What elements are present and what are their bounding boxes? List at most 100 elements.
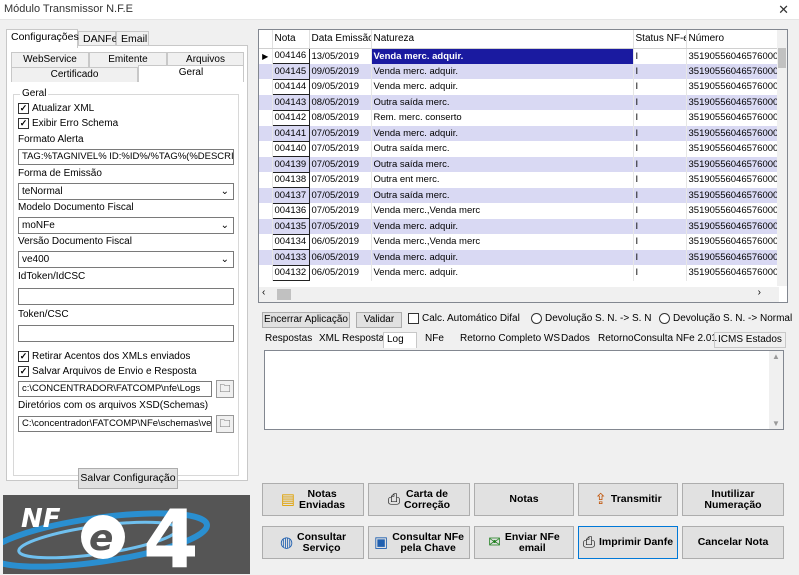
chevron-up-icon[interactable]: ▲ bbox=[772, 352, 780, 361]
inutilizar-numeracao-button[interactable]: Inutilizar Numeração bbox=[682, 483, 784, 516]
consultar-nfe-chave-button[interactable]: ▣ Consultar NFe pela Chave bbox=[368, 526, 470, 559]
cell-data[interactable]: 06/05/2019 bbox=[309, 234, 372, 250]
row-indicator[interactable] bbox=[259, 141, 273, 157]
cell-numero[interactable]: 35190556046576000 bbox=[686, 94, 779, 110]
cell-natureza[interactable]: Venda merc.,Venda merc bbox=[371, 203, 634, 219]
cell-status[interactable]: I bbox=[633, 48, 687, 64]
cell-nota[interactable]: 004143 bbox=[271, 94, 310, 111]
cell-nota[interactable]: 004132 bbox=[271, 264, 310, 281]
folder-browse-icon[interactable]: 🗀 bbox=[216, 415, 234, 433]
modelo-select[interactable]: moNFe ⌄ bbox=[18, 217, 234, 234]
cell-status[interactable]: I bbox=[633, 63, 687, 79]
cell-status[interactable]: I bbox=[633, 203, 687, 219]
tab-dados[interactable]: Dados bbox=[558, 332, 593, 348]
row-indicator[interactable] bbox=[259, 156, 273, 172]
notas-enviadas-button[interactable]: ▤ Notas Enviadas bbox=[262, 483, 364, 516]
cell-natureza[interactable]: Outra saída merc. bbox=[371, 94, 634, 110]
log-textarea[interactable]: ▲ ▼ bbox=[264, 350, 784, 430]
cell-numero[interactable]: 35190556046576000 bbox=[686, 234, 779, 250]
row-indicator[interactable] bbox=[259, 63, 273, 79]
cell-numero[interactable]: 35190556046576000 bbox=[686, 203, 779, 219]
notas-grid[interactable]: Nota Data Emissão Natureza Status NF-e N… bbox=[258, 29, 788, 303]
row-indicator[interactable] bbox=[259, 94, 273, 110]
table-row[interactable]: 004142 08/05/2019 Rem. merc. conserto I 3519… bbox=[259, 109, 779, 126]
cell-data[interactable]: 08/05/2019 bbox=[309, 94, 372, 110]
carta-correcao-button[interactable]: ⎙ Carta de Correção bbox=[368, 483, 470, 516]
row-indicator[interactable] bbox=[259, 249, 273, 265]
cell-natureza[interactable]: Outra saída merc. bbox=[371, 156, 634, 172]
table-row[interactable]: 004136 07/05/2019 Venda merc.,Venda merc I 3… bbox=[259, 202, 779, 219]
cell-natureza[interactable]: Venda merc. adquir. bbox=[371, 63, 634, 79]
cell-data[interactable]: 08/05/2019 bbox=[309, 110, 372, 126]
row-indicator[interactable] bbox=[259, 172, 273, 188]
row-indicator[interactable] bbox=[259, 79, 273, 95]
table-row[interactable]: 004132 06/05/2019 Venda merc. adquir. I 3519… bbox=[259, 264, 779, 281]
cell-numero[interactable]: 35190556046576000 bbox=[686, 218, 779, 234]
cell-natureza[interactable]: Rem. merc. conserto bbox=[371, 110, 634, 126]
transmitir-button[interactable]: ⇪ Transmitir bbox=[578, 483, 678, 516]
validar-button[interactable]: Validar bbox=[356, 312, 402, 328]
chevron-right-icon[interactable]: › bbox=[758, 287, 761, 298]
forma-emissao-select[interactable]: teNormal ⌄ bbox=[18, 183, 234, 200]
formato-alerta-field[interactable]: TAG:%TAGNIVEL% ID:%ID%/%TAG%(%DESCRI bbox=[18, 149, 234, 165]
table-row[interactable]: 004141 07/05/2019 Venda merc. adquir. I 3519… bbox=[259, 125, 779, 142]
tab-geral[interactable]: Geral bbox=[138, 65, 244, 82]
cell-status[interactable]: I bbox=[633, 141, 687, 157]
cell-data[interactable]: 07/05/2019 bbox=[309, 156, 372, 172]
salvar-configuracao-button[interactable]: Salvar Configuração bbox=[78, 468, 178, 489]
cell-status[interactable]: I bbox=[633, 249, 687, 265]
cell-natureza[interactable]: Venda merc.,Venda merc bbox=[371, 234, 634, 250]
cell-numero[interactable]: 35190556046576000 bbox=[686, 249, 779, 265]
calc-difal-checkbox[interactable]: Calc. Automático Difal bbox=[408, 313, 520, 324]
cell-nota[interactable]: 004142 bbox=[271, 109, 310, 126]
tab-icms-estados[interactable]: ICMS Estados bbox=[714, 332, 786, 348]
cell-numero[interactable]: 35190556046576000 bbox=[686, 172, 779, 188]
cell-data[interactable]: 07/05/2019 bbox=[309, 141, 372, 157]
tab-configuracoes[interactable]: Configurações bbox=[6, 29, 79, 48]
devolucao-sn-radio[interactable]: Devolução S. N. -> S. N bbox=[531, 313, 651, 324]
idtoken-field[interactable] bbox=[18, 288, 234, 305]
tab-webservice[interactable]: WebService bbox=[11, 52, 89, 67]
chevron-down-icon[interactable]: ▼ bbox=[772, 419, 780, 428]
cell-numero[interactable]: 35190556046576000 bbox=[686, 48, 779, 64]
table-row[interactable]: 004145 09/05/2019 Venda merc. adquir. I 3519… bbox=[259, 63, 779, 80]
cell-data[interactable]: 06/05/2019 bbox=[309, 249, 372, 265]
cell-numero[interactable]: 35190556046576000 bbox=[686, 63, 779, 79]
cell-numero[interactable]: 35190556046576000 bbox=[686, 125, 779, 141]
row-indicator[interactable] bbox=[259, 203, 273, 219]
table-row[interactable]: 004138 07/05/2019 Outra ent merc. I 35190556… bbox=[259, 171, 779, 188]
cell-numero[interactable]: 35190556046576000 bbox=[686, 187, 779, 203]
cell-status[interactable]: I bbox=[633, 125, 687, 141]
cell-nota[interactable]: 004133 bbox=[271, 249, 310, 266]
token-field[interactable] bbox=[18, 325, 234, 342]
table-row[interactable]: 004139 07/05/2019 Outra saída merc. I 351905… bbox=[259, 156, 779, 173]
log-scrollbar[interactable]: ▲ ▼ bbox=[769, 351, 783, 429]
cell-natureza[interactable]: Outra saída merc. bbox=[371, 141, 634, 157]
salvar-arquivos-checkbox[interactable]: ✓ Salvar Arquivos de Envio e Resposta bbox=[18, 366, 197, 377]
tab-log[interactable]: Log bbox=[383, 332, 417, 348]
row-indicator[interactable] bbox=[259, 187, 273, 203]
cell-nota[interactable]: 004140 bbox=[271, 140, 310, 157]
table-row[interactable]: 004135 07/05/2019 Venda merc. adquir. I 3519… bbox=[259, 218, 779, 235]
enviar-nfe-email-button[interactable]: ✉ Enviar NFe email bbox=[474, 526, 574, 559]
cell-status[interactable]: I bbox=[633, 265, 687, 281]
cell-nota[interactable]: 004135 bbox=[271, 218, 310, 235]
row-indicator[interactable] bbox=[259, 218, 273, 234]
cell-status[interactable]: I bbox=[633, 156, 687, 172]
notas-button[interactable]: Notas bbox=[474, 483, 574, 516]
cell-nota[interactable]: 004146 bbox=[271, 47, 310, 64]
cell-status[interactable]: I bbox=[633, 218, 687, 234]
cell-nota[interactable]: 004144 bbox=[271, 78, 310, 95]
cell-nota[interactable]: 004137 bbox=[271, 187, 310, 204]
cell-data[interactable]: 07/05/2019 bbox=[309, 172, 372, 188]
col-header-data[interactable]: Data Emissão bbox=[309, 30, 372, 49]
grid-vertical-scrollbar[interactable] bbox=[777, 30, 787, 286]
table-row[interactable]: 004137 07/05/2019 Outra saída merc. I 351905… bbox=[259, 187, 779, 204]
col-header-nota[interactable]: Nota bbox=[272, 30, 310, 49]
table-row[interactable]: 004133 06/05/2019 Venda merc. adquir. I 3519… bbox=[259, 249, 779, 266]
folder-browse-icon[interactable]: 🗀 bbox=[216, 380, 234, 398]
cell-nota[interactable]: 004141 bbox=[271, 125, 310, 142]
cell-numero[interactable]: 35190556046576000 bbox=[686, 141, 779, 157]
scroll-thumb[interactable] bbox=[778, 48, 786, 68]
cell-natureza[interactable]: Venda merc. adquir. bbox=[371, 218, 634, 234]
